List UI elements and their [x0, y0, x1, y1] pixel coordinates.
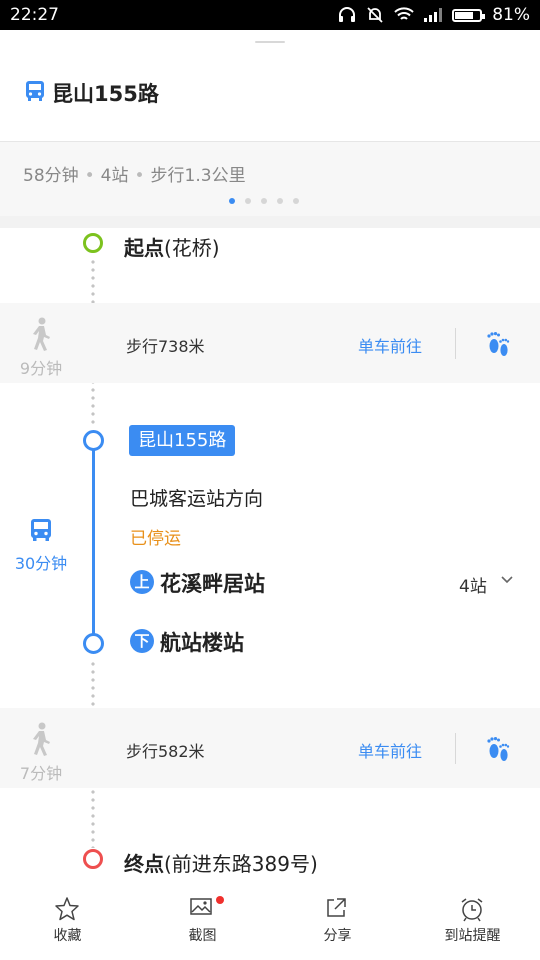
bus-start-node	[83, 430, 104, 451]
board-stop-name: 花溪畔居站	[160, 572, 265, 596]
battery-icon	[452, 8, 486, 22]
bus-line-segment	[92, 448, 95, 638]
walk-segment: 9分钟 步行738米 单车前往	[0, 303, 540, 383]
bus-icon	[31, 519, 51, 541]
bus-end-node	[83, 633, 104, 654]
route-header: 昆山155路	[0, 60, 540, 140]
walk-time: 7分钟	[19, 764, 63, 783]
headphones-icon	[339, 7, 356, 22]
arrival-reminder-button[interactable]: 到站提醒	[405, 888, 540, 960]
arrival-reminder-label: 到站提醒	[444, 928, 501, 944]
bike-button[interactable]: 单车前往	[358, 738, 422, 762]
walk-distance: 步行738米	[126, 337, 205, 356]
share-icon	[327, 898, 346, 917]
favorite-button[interactable]: 收藏	[0, 888, 135, 960]
end-node	[83, 849, 103, 869]
status-bar: 22:27 81%	[0, 0, 540, 30]
notification-dot	[216, 896, 224, 904]
wifi-icon	[394, 7, 414, 20]
footprints-icon[interactable]	[486, 734, 510, 764]
start-label[interactable]: 起点(花桥)	[124, 232, 220, 261]
bus-ride-time: 30分钟	[14, 554, 68, 573]
summary-text: 58分钟 • 4站 • 步行1.3公里	[23, 166, 246, 186]
walk-segment: 7分钟 步行582米 单车前往	[0, 708, 540, 788]
footprints-icon[interactable]	[486, 329, 510, 359]
board-badge: 上	[130, 570, 154, 594]
separator	[455, 328, 456, 359]
favorite-label: 收藏	[53, 928, 82, 944]
screenshot-label: 截图	[188, 928, 217, 944]
bus-status: 已停运	[130, 529, 181, 549]
walking-person-icon	[33, 722, 50, 756]
mute-bell-icon	[367, 7, 383, 23]
page-dot[interactable]	[293, 198, 299, 204]
start-name: (花桥)	[164, 236, 220, 260]
alight-stop-name: 航站楼站	[160, 631, 244, 655]
page-dot[interactable]	[245, 198, 251, 204]
status-icons: 81%	[338, 5, 530, 25]
status-time: 22:27	[10, 5, 59, 25]
bus-icon	[26, 81, 44, 101]
share-label: 分享	[323, 928, 352, 944]
bus-direction: 巴城客运站方向	[130, 488, 264, 510]
page-dot[interactable]	[277, 198, 283, 204]
end-prefix: 终点	[124, 852, 164, 876]
bike-button[interactable]: 单车前往	[358, 333, 422, 357]
alarm-clock-icon	[461, 898, 483, 922]
route-summary: 58分钟 • 4站 • 步行1.3公里	[0, 142, 540, 216]
bottom-toolbar: 收藏 截图 分享 到站提醒	[0, 888, 540, 960]
share-button[interactable]: 分享	[270, 888, 405, 960]
summary-walk: 步行1.3公里	[150, 166, 246, 186]
end-label[interactable]: 终点(前进东路389号)	[124, 848, 318, 877]
stop-count[interactable]: 4站	[459, 572, 487, 597]
drag-handle[interactable]	[255, 41, 285, 43]
walk-distance: 步行582米	[126, 742, 205, 761]
separator	[455, 733, 456, 764]
screenshot-button[interactable]: 截图	[135, 888, 270, 960]
page-dot[interactable]	[261, 198, 267, 204]
route-title: 昆山155路	[52, 82, 159, 106]
chevron-down-icon[interactable]	[500, 575, 514, 585]
star-icon	[55, 897, 79, 921]
summary-stops: 4站	[100, 166, 129, 186]
alight-badge: 下	[130, 629, 154, 653]
bus-line-tag[interactable]: 昆山155路	[129, 425, 236, 456]
page-indicator[interactable]	[229, 198, 299, 204]
walk-time: 9分钟	[19, 359, 63, 378]
walking-person-icon	[33, 317, 50, 351]
image-icon	[190, 898, 212, 915]
battery-percent: 81%	[492, 5, 530, 25]
end-name: (前进东路389号)	[164, 852, 318, 876]
start-node	[83, 233, 103, 253]
summary-duration: 58分钟	[23, 166, 79, 186]
page-dot[interactable]	[229, 198, 235, 204]
signal-icon	[424, 8, 443, 22]
section-gap	[0, 216, 540, 228]
start-prefix: 起点	[124, 236, 164, 260]
